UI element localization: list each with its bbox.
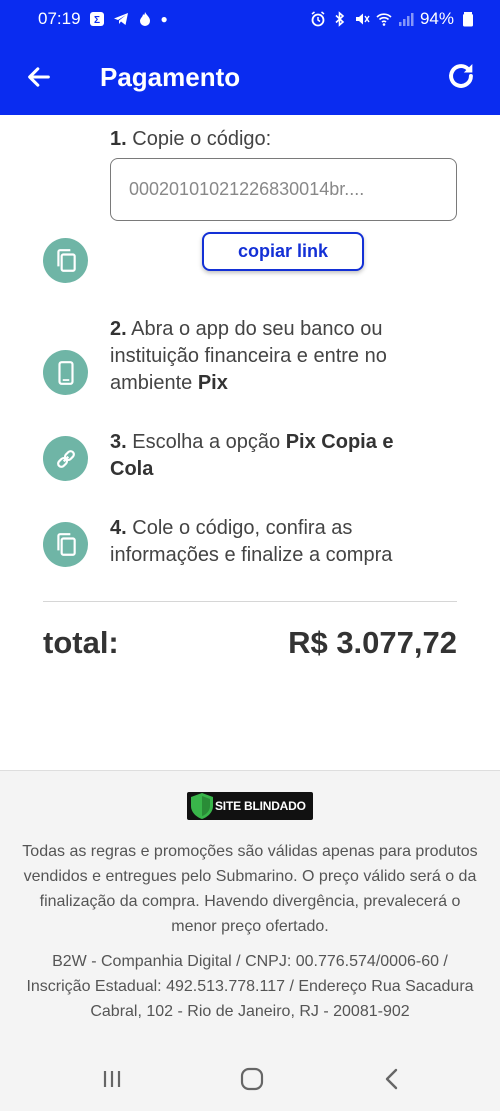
step-2-title: 2. Abra o app do seu banco ou instituiçã… [110, 316, 440, 397]
home-icon [240, 1067, 264, 1091]
dot-icon: ● [160, 12, 168, 26]
app-bar: Pagamento [0, 38, 500, 115]
step-4-title: 4. Cole o código, confira as informações… [110, 515, 450, 569]
site-blindado-badge[interactable]: SITE BLINDADO [187, 792, 313, 820]
step-2-number: 2. [110, 318, 127, 340]
step-4-number: 4. [110, 517, 127, 539]
company-info: B2W - Companhia Digital / CNPJ: 00.776.5… [26, 953, 474, 1020]
wifi-icon [376, 11, 392, 27]
bluetooth-icon [332, 11, 348, 27]
home-button[interactable] [237, 1064, 267, 1094]
app-notification-icon: Σ [89, 11, 105, 27]
copy-icon [56, 248, 76, 272]
chevron-left-icon [385, 1068, 398, 1090]
copy-icon [56, 532, 76, 556]
footer: SITE BLINDADO Todas as regras e promoçõe… [0, 770, 500, 1044]
step-3-number: 3. [110, 431, 127, 453]
recent-apps-button[interactable] [97, 1064, 127, 1094]
telegram-icon [113, 11, 129, 27]
link-icon [56, 449, 75, 468]
total-label: total: [43, 625, 119, 660]
status-time: 07:19 [38, 9, 81, 28]
step-4-icon [43, 522, 88, 567]
system-nav-bar [0, 1044, 500, 1111]
signal-icon [398, 11, 414, 27]
step-3-icon [43, 436, 88, 481]
battery-percent: 94% [419, 9, 454, 28]
status-bar: 07:19 Σ ● 94% [0, 0, 500, 38]
shield-icon [191, 793, 213, 819]
step-4-text: Cole o código, confira as informações e … [110, 517, 393, 566]
battery-icon [460, 11, 476, 27]
flame-icon [137, 11, 153, 27]
svg-text:Σ: Σ [94, 15, 100, 26]
back-button[interactable] [22, 60, 56, 94]
step-2-text: Abra o app do seu banco ou instituição f… [110, 318, 387, 394]
mute-icon [354, 11, 370, 27]
step-1-number: 1. [110, 128, 127, 150]
page-title: Pagamento [100, 62, 241, 92]
total-value: R$ 3.077,72 [288, 625, 457, 660]
back-nav-button[interactable] [377, 1064, 407, 1094]
step-3-text: Escolha a opção [132, 431, 281, 453]
badge-text: SITE BLINDADO [215, 799, 306, 813]
pix-code-field[interactable]: 00020101021226830014br.... [110, 158, 457, 221]
step-1-icon [43, 238, 88, 283]
recent-apps-icon [103, 1071, 121, 1087]
arrow-left-icon [28, 67, 50, 87]
divider [43, 601, 457, 602]
step-1-title: 1. Copie o código: [110, 126, 271, 153]
copy-link-button[interactable]: copiar link [202, 232, 364, 271]
disclaimer-text: Todas as regras e promoções são válidas … [22, 843, 478, 935]
refresh-button[interactable] [442, 57, 480, 95]
refresh-icon [449, 63, 473, 88]
smartphone-icon [57, 360, 74, 385]
step-2-icon [43, 350, 88, 395]
alarm-icon [310, 11, 326, 27]
step-2-bold: Pix [197, 372, 228, 394]
step-1-text: Copie o código: [132, 128, 272, 150]
step-3-title: 3. Escolha a opção Pix Copia e Cola [110, 429, 440, 483]
